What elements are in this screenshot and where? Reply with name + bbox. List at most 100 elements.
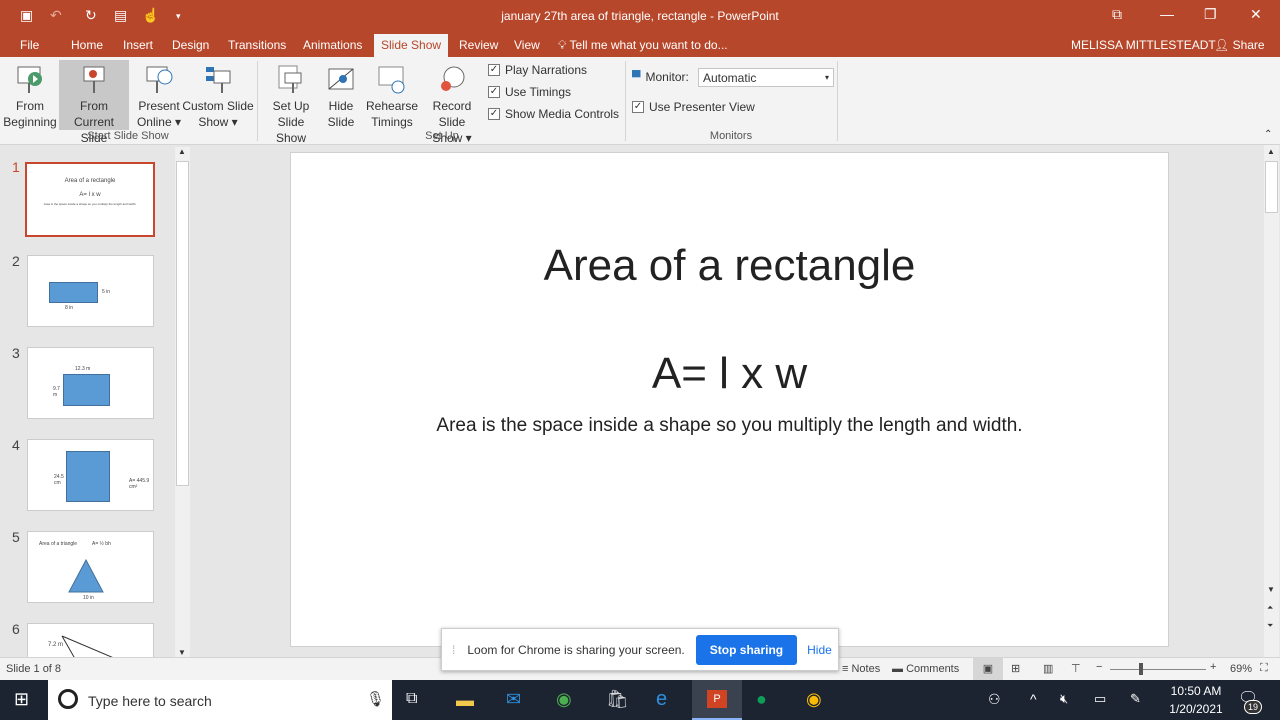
chrome-icon[interactable]: ◉ (556, 689, 572, 710)
reading-view-icon[interactable]: ▥ (1043, 662, 1053, 675)
slide-scrollbar[interactable]: ▲ ▼ ⏶ ⏷ (1264, 145, 1279, 657)
thumbnail-slide-6[interactable]: 7.2 m (27, 623, 154, 657)
thumbnail-slide-2[interactable]: 5 in 8 in (27, 255, 154, 327)
record-slide-show-button[interactable]: Record Slide Show ▾ (418, 60, 486, 145)
play-narrations-checkbox[interactable]: ✓ Play Narrations (488, 63, 587, 77)
zoom-out-icon[interactable]: − (1096, 661, 1102, 673)
thumbnail-slide-4[interactable]: 24.5 cm A= 445.9 cm² (27, 439, 154, 511)
tab-review[interactable]: Review (459, 38, 498, 52)
tab-insert[interactable]: Insert (123, 38, 153, 52)
cortana-icon (58, 689, 78, 709)
tab-transitions[interactable]: Transitions (228, 38, 286, 52)
people-icon[interactable]: ⚇ (988, 691, 1001, 708)
slide-formula[interactable]: A= l x w (291, 349, 1168, 399)
powerpoint-taskbar-button[interactable]: P (692, 680, 742, 720)
comments-button[interactable]: ▬ Comments (892, 663, 959, 675)
use-presenter-view-checkbox[interactable]: ✓ Use Presenter View (632, 100, 755, 114)
tab-home[interactable]: Home (71, 38, 103, 52)
monitor-select[interactable]: Automatic ▾ (698, 68, 834, 87)
mail-icon[interactable]: ✉ (506, 689, 521, 710)
user-name[interactable]: MELISSA MITTLESTEADT (1071, 38, 1216, 52)
scroll-up-icon: ▲ (1267, 147, 1275, 156)
hangouts-icon[interactable]: ● (756, 689, 767, 710)
restore-icon[interactable]: ❐ (1204, 6, 1217, 23)
ribbon: From Beginning From Current Slide Present O… (0, 57, 1280, 145)
tab-animations[interactable]: Animations (303, 38, 362, 52)
normal-view-icon[interactable]: ▣ (973, 658, 1003, 680)
microphone-icon: 🎙︎ (366, 691, 386, 708)
tab-view[interactable]: View (514, 38, 540, 52)
zoom-slider-thumb[interactable] (1139, 663, 1143, 675)
person-icon: 👤︎ (1214, 38, 1230, 52)
slide-title[interactable]: Area of a rectangle (291, 241, 1168, 291)
thumbnails-scrollbar[interactable]: ▲ ▼ (175, 147, 190, 657)
powerpoint-icon: P (707, 690, 727, 708)
windows-start-icon[interactable]: ⊞ (14, 689, 29, 710)
play-from-current-icon (59, 60, 129, 98)
checkmark-icon: ✓ (632, 101, 644, 113)
edge-icon[interactable]: e (656, 688, 667, 711)
hide-slide-button[interactable]: Hide Slide (322, 60, 360, 130)
window-title: january 27th area of triangle, rectangle… (501, 9, 779, 23)
title-bar: ▣ ↶ ↻ ▤ ☝ ▾ january 27th area of triangl… (0, 0, 1280, 32)
scroll-down-icon: ▼ (1267, 585, 1275, 594)
drag-handle-icon[interactable]: ⁞ (452, 643, 455, 657)
group-label: Start Slide Show (87, 130, 169, 142)
taskbar-search[interactable]: Type here to search 🎙︎ (48, 680, 392, 720)
task-view-icon[interactable]: ⧉ (406, 690, 417, 708)
close-icon[interactable]: ✕ (1250, 6, 1262, 23)
show-media-controls-checkbox[interactable]: ✓ Show Media Controls (488, 107, 619, 121)
tab-design[interactable]: Design (172, 38, 209, 52)
ribbon-tabs: File Home Insert Design Transitions Anim… (0, 32, 1280, 57)
previous-slide-icon: ⏶ (1267, 603, 1274, 612)
hide-button[interactable]: Hide (807, 643, 832, 657)
pen-icon[interactable]: ✎ (1130, 691, 1141, 707)
present-online-button[interactable]: Present Online ▾ (136, 60, 182, 130)
checkmark-icon: ✓ (488, 64, 500, 76)
ribbon-display-icon[interactable]: ⧉ (1112, 6, 1122, 23)
set-up-slide-show-button[interactable]: Set Up Slide Show (261, 60, 321, 145)
group-label: Monitors (709, 130, 753, 142)
record-icon (418, 60, 486, 98)
divider (625, 61, 626, 141)
thumbnail-slide-5[interactable]: Area of a triangle A= ½ bh 10 in (27, 531, 154, 603)
thumbnail-slide-3[interactable]: 12.3 m 9.7 m (27, 347, 154, 419)
from-current-slide-button[interactable]: From Current Slide (59, 60, 129, 145)
tab-slide-show[interactable]: Slide Show (374, 34, 449, 57)
loom-message: Loom for Chrome is sharing your screen. (467, 642, 685, 657)
stop-sharing-button[interactable]: Stop sharing (695, 634, 798, 665)
battery-icon[interactable]: ▭ (1094, 691, 1106, 707)
slide-body-text[interactable]: Area is the space inside a shape so you … (291, 415, 1168, 437)
zoom-slider[interactable] (1110, 669, 1206, 670)
custom-show-icon (182, 60, 254, 98)
use-timings-checkbox[interactable]: ✓ Use Timings (488, 85, 571, 99)
tell-me-box[interactable]: 💡︎ Tell me what you want to do... (558, 38, 728, 53)
clock-time[interactable]: 10:50 AM (1166, 684, 1226, 698)
slide-canvas[interactable]: Area of a rectangle A= l x w Area is the… (290, 152, 1169, 647)
show-hidden-icons[interactable]: ^ (1030, 691, 1037, 707)
scrollbar-thumb[interactable] (176, 161, 189, 486)
thumbnail-slide-1[interactable]: Area of a rectangle A= l x w Area is the… (25, 162, 155, 237)
comment-icon: ▬ (892, 663, 903, 675)
rehearse-timings-button[interactable]: Rehearse Timings (366, 60, 418, 130)
file-explorer-icon[interactable]: ▬ (456, 690, 474, 711)
slideshow-view-icon[interactable]: ⊤ (1071, 662, 1081, 675)
custom-slide-show-button[interactable]: Custom Slide Show ▾ (182, 60, 254, 130)
checkmark-icon: ✓ (488, 86, 500, 98)
share-button[interactable]: 👤︎ Share (1214, 38, 1265, 52)
zoom-level[interactable]: 69% (1230, 663, 1252, 675)
fit-to-window-icon[interactable]: ⛶ (1260, 662, 1268, 675)
scrollbar-thumb[interactable] (1265, 161, 1278, 213)
clock-date[interactable]: 1/20/2021 (1162, 702, 1230, 716)
notes-button[interactable]: ≡ Notes (842, 663, 880, 675)
minimize-icon[interactable]: — (1160, 6, 1174, 22)
notes-icon: ≡ (842, 663, 849, 675)
chrome-icon[interactable]: ◉ (806, 689, 822, 710)
tab-file[interactable]: File (20, 38, 39, 52)
from-beginning-button[interactable]: From Beginning (2, 60, 58, 130)
store-icon[interactable]: 🛍︎ (606, 689, 629, 710)
collapse-ribbon-icon[interactable]: ⌃ (1264, 129, 1272, 140)
slide-sorter-icon[interactable]: ⊞ (1011, 662, 1020, 675)
volume-muted-icon[interactable]: 🔇︎ (1060, 691, 1068, 707)
zoom-in-icon[interactable]: + (1210, 661, 1216, 673)
